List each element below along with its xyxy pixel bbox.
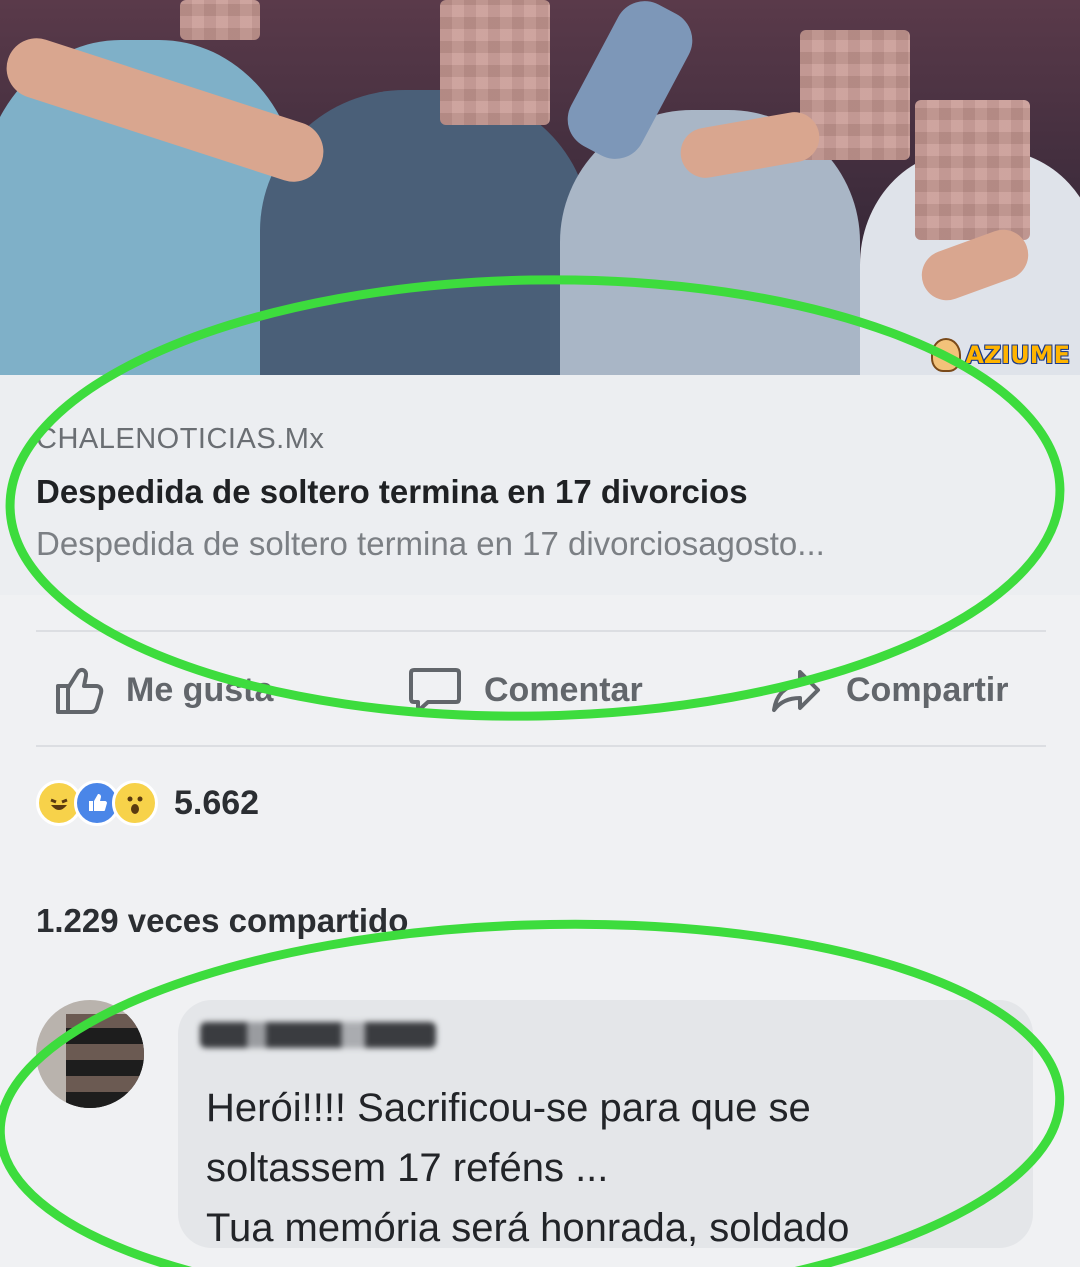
watermark-text: AZIUME <box>965 341 1070 369</box>
comment-button[interactable]: Comentar <box>408 664 643 716</box>
comment-line: soltassem 17 reféns ... <box>206 1146 609 1190</box>
comment-line: Tua memória será honrada, soldado <box>206 1206 850 1250</box>
link-title[interactable]: Despedida de soltero termina en 17 divor… <box>36 473 748 511</box>
comment-text: Herói!!!! Sacrificou-se para que se solt… <box>206 1078 1026 1258</box>
link-description: Despedida de soltero termina en 17 divor… <box>36 525 825 562</box>
commenter-name-redacted[interactable] <box>200 1022 436 1048</box>
divider <box>36 745 1046 747</box>
divider <box>36 630 1046 632</box>
link-preview[interactable]: CHALENOTICIAS.Mx Despedida de soltero te… <box>0 375 1080 595</box>
mascot-icon <box>931 338 962 372</box>
pixelated-face <box>66 1014 144 1108</box>
share-button[interactable]: Compartir <box>770 664 1008 716</box>
thumbs-up-icon <box>52 664 104 716</box>
post-photo[interactable]: AZIUME <box>0 0 1080 375</box>
comment-bubble: Herói!!!! Sacrificou-se para que se solt… <box>178 1000 1033 1250</box>
wow-icon <box>112 780 158 826</box>
like-button[interactable]: Me gusta <box>52 664 273 716</box>
pixelated-face <box>915 100 1030 240</box>
share-count[interactable]: 1.229 veces compartido <box>36 902 408 940</box>
pixelated-face <box>440 0 550 125</box>
commenter-avatar[interactable] <box>36 1000 144 1108</box>
comment-line: Herói!!!! Sacrificou-se para que se <box>206 1086 811 1130</box>
reactions-summary[interactable]: 5.662 <box>36 780 259 826</box>
link-domain: CHALENOTICIAS.Mx <box>36 423 325 455</box>
share-arrow-icon <box>770 664 824 716</box>
pixelated-face <box>180 0 260 40</box>
share-label: Compartir <box>846 670 1009 709</box>
comment-bubble-icon <box>408 664 462 716</box>
watermark-logo: AZIUME <box>931 338 1070 372</box>
screenshot-page: AZIUME CHALENOTICIAS.Mx Despedida de sol… <box>0 0 1080 1267</box>
comment-label: Comentar <box>484 670 643 709</box>
reaction-count: 5.662 <box>174 783 260 822</box>
like-label: Me gusta <box>126 670 274 709</box>
